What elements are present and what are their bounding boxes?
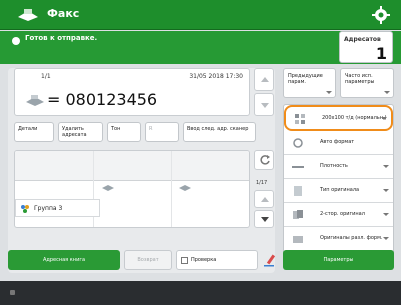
- arrow-down-icon: [261, 103, 269, 108]
- pen-icon[interactable]: [262, 252, 278, 268]
- original-type-icon: [294, 186, 302, 196]
- previous-settings-label: Предыдущие парам.: [288, 73, 323, 85]
- group-label: Группа 3: [34, 205, 63, 212]
- page-indicator: 1/17: [256, 180, 268, 186]
- mixed-originals-icon: [293, 236, 303, 243]
- address-list-scroll: [254, 150, 274, 228]
- resolution-label: 200x100 т/д (нормальн.): [322, 115, 387, 121]
- status-row: Готов к отправке. Адресатов 1: [0, 31, 401, 64]
- chevron-down-icon: [383, 237, 389, 240]
- tone-button[interactable]: Тон: [107, 122, 141, 142]
- group-icon: [21, 205, 29, 213]
- destination-count-value: 1: [375, 44, 387, 63]
- destination-action-row: Детали Удалить адресата Тон R Ввод след.…: [14, 122, 274, 142]
- delete-destination-button[interactable]: Удалить адресата: [58, 122, 103, 142]
- datetime: 31/05 2018 17:30: [189, 73, 243, 80]
- previous-settings-button[interactable]: Предыдущие парам.: [283, 68, 336, 98]
- status-icon: [10, 290, 15, 295]
- auto-size-label: Авто формат: [320, 139, 355, 145]
- arrow-up-icon: [261, 197, 269, 202]
- fax-entry-icon: [102, 185, 114, 191]
- destination-count-box: Адресатов 1: [339, 31, 393, 63]
- chevron-down-icon: [383, 189, 389, 192]
- chevron-down-icon: [383, 213, 389, 216]
- fax-destination-icon: [26, 95, 44, 106]
- details-button[interactable]: Детали: [14, 122, 54, 142]
- arrow-down-icon: [261, 217, 269, 222]
- fax-entry-icon: [179, 185, 191, 191]
- gear-icon[interactable]: [371, 5, 391, 25]
- arrow-up-icon: [261, 77, 269, 82]
- check-label: Проверка: [191, 257, 217, 263]
- bottom-status-bar: [0, 281, 401, 305]
- chevron-down-icon: [383, 165, 389, 168]
- two-sided-label: 2-стор. оригинал: [320, 211, 365, 217]
- check-button[interactable]: Проверка: [176, 250, 258, 270]
- two-sided-icon: [293, 210, 303, 219]
- fax-number: = 080123456: [47, 90, 158, 109]
- two-sided-setting[interactable]: 2-стор. оригинал: [284, 203, 393, 227]
- list-item-group[interactable]: Группа 3: [15, 199, 100, 217]
- refresh-button[interactable]: [254, 150, 274, 170]
- destination-panel: 1/1 31/05 2018 17:30 = 080123456 Детали …: [8, 68, 275, 273]
- fax-screen: Факс Готов к отправке. Адресатов 1 1/1 3…: [0, 0, 401, 305]
- address-list[interactable]: Группа 3: [14, 150, 250, 228]
- title-bar: Факс: [0, 0, 401, 30]
- grid-divider: [171, 151, 172, 227]
- bottom-action-row: Адресная книга Возврат Проверка: [8, 250, 278, 270]
- list-scroll-up-button[interactable]: [254, 190, 274, 208]
- density-label: Плотность: [320, 163, 348, 169]
- settings-list: 200x100 т/д (нормальн.) Авто формат Плот…: [283, 104, 394, 254]
- chevron-down-icon: [384, 91, 390, 94]
- checkbox-icon: [181, 257, 188, 264]
- r-button[interactable]: R: [145, 122, 179, 142]
- options-button[interactable]: Параметры: [283, 250, 394, 270]
- address-book-button[interactable]: Адресная книга: [8, 250, 120, 270]
- mixed-originals-label: Оригиналы разл. форм.: [320, 235, 383, 241]
- refresh-icon: [260, 155, 270, 165]
- original-type-setting[interactable]: Тип оригинала: [284, 179, 393, 203]
- resolution-setting[interactable]: 200x100 т/д (нормальн.): [284, 105, 393, 131]
- density-icon: [292, 166, 304, 168]
- destination-count-label: Адресатов: [344, 36, 381, 43]
- status-indicator-icon: [12, 37, 20, 45]
- favorite-settings-button[interactable]: Часто исп. параметры: [340, 68, 394, 98]
- address-list-top-row: [15, 151, 249, 181]
- settings-panel: Предыдущие парам. Часто исп. параметры 2…: [283, 68, 394, 273]
- chevron-down-icon: [326, 91, 332, 94]
- list-scroll-down-button[interactable]: [254, 210, 274, 228]
- destination-scroll: [254, 68, 274, 116]
- recall-button[interactable]: Возврат: [124, 250, 172, 270]
- destination-display[interactable]: 1/1 31/05 2018 17:30 = 080123456: [14, 68, 250, 116]
- original-type-label: Тип оригинала: [320, 187, 360, 193]
- next-destination-button[interactable]: Ввод след. адр. сканер: [183, 122, 256, 142]
- auto-size-icon: [293, 138, 303, 148]
- auto-size-setting[interactable]: Авто формат: [284, 131, 393, 155]
- destination-counter: 1/1: [41, 73, 51, 80]
- favorite-settings-label: Часто исп. параметры: [345, 73, 375, 85]
- fax-machine-icon: [18, 9, 38, 21]
- page-title: Факс: [47, 7, 80, 20]
- scroll-down-button[interactable]: [254, 93, 274, 116]
- density-setting[interactable]: Плотность: [284, 155, 393, 179]
- scroll-up-button[interactable]: [254, 68, 274, 91]
- chevron-down-icon: [381, 117, 387, 120]
- resolution-icon: [295, 114, 305, 124]
- status-text: Готов к отправке.: [25, 34, 98, 42]
- mixed-originals-setting[interactable]: Оригиналы разл. форм.: [284, 227, 393, 251]
